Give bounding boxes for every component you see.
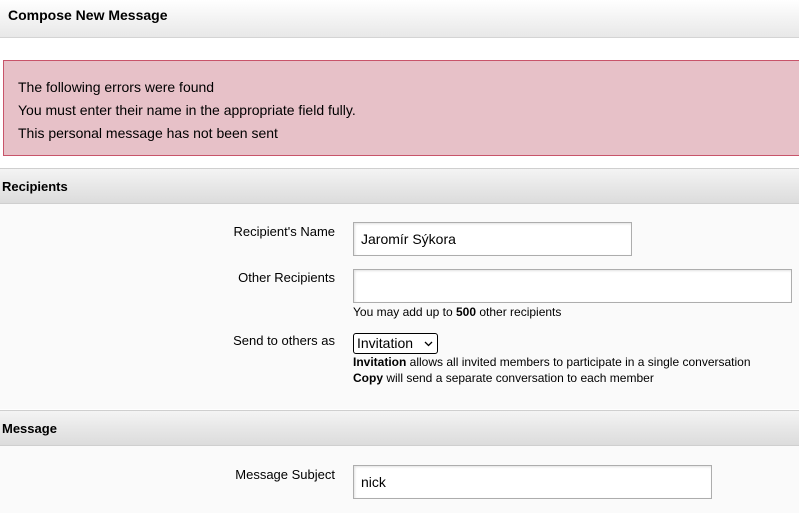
other-recipients-label: Other Recipients xyxy=(238,270,335,285)
page-header: Compose New Message xyxy=(0,0,799,38)
copy-term: Copy xyxy=(353,371,383,385)
hint-prefix: You may add up to xyxy=(353,305,456,319)
page-title: Compose New Message xyxy=(8,7,168,23)
section-title: Message xyxy=(2,421,57,436)
send-as-label: Send to others as xyxy=(233,333,335,348)
chevron-down-icon xyxy=(424,341,433,347)
copy-text: will send a separate conversation to eac… xyxy=(383,371,654,385)
recipient-limit-count: 500 xyxy=(455,305,476,319)
recipients-section-header: Recipients xyxy=(0,168,799,204)
invitation-text: allows all invited members to participat… xyxy=(406,355,751,369)
error-box: The following errors were found You must… xyxy=(3,60,799,156)
invitation-help: Invitation allows all invited members to… xyxy=(353,355,751,369)
error-message: You must enter their name in the appropr… xyxy=(18,102,356,118)
recipient-name-input[interactable] xyxy=(353,222,632,256)
invitation-term: Invitation xyxy=(353,355,407,369)
send-as-select[interactable]: Invitation xyxy=(353,333,438,354)
other-recipients-input[interactable] xyxy=(353,269,792,303)
recipient-name-label: Recipient's Name xyxy=(233,224,335,239)
message-subject-label: Message Subject xyxy=(235,467,335,482)
send-as-selected-value: Invitation xyxy=(357,335,414,351)
error-title: The following errors were found xyxy=(18,79,215,95)
section-title: Recipients xyxy=(2,179,68,194)
message-subject-input[interactable] xyxy=(353,465,712,499)
error-message: This personal message has not been sent xyxy=(18,125,278,141)
message-section-header: Message xyxy=(0,410,799,446)
recipients-limit-hint: You may add up to 500 other recipients xyxy=(353,305,561,319)
copy-help: Copy will send a separate conversation t… xyxy=(353,371,654,385)
hint-suffix: other recipients xyxy=(476,305,562,319)
